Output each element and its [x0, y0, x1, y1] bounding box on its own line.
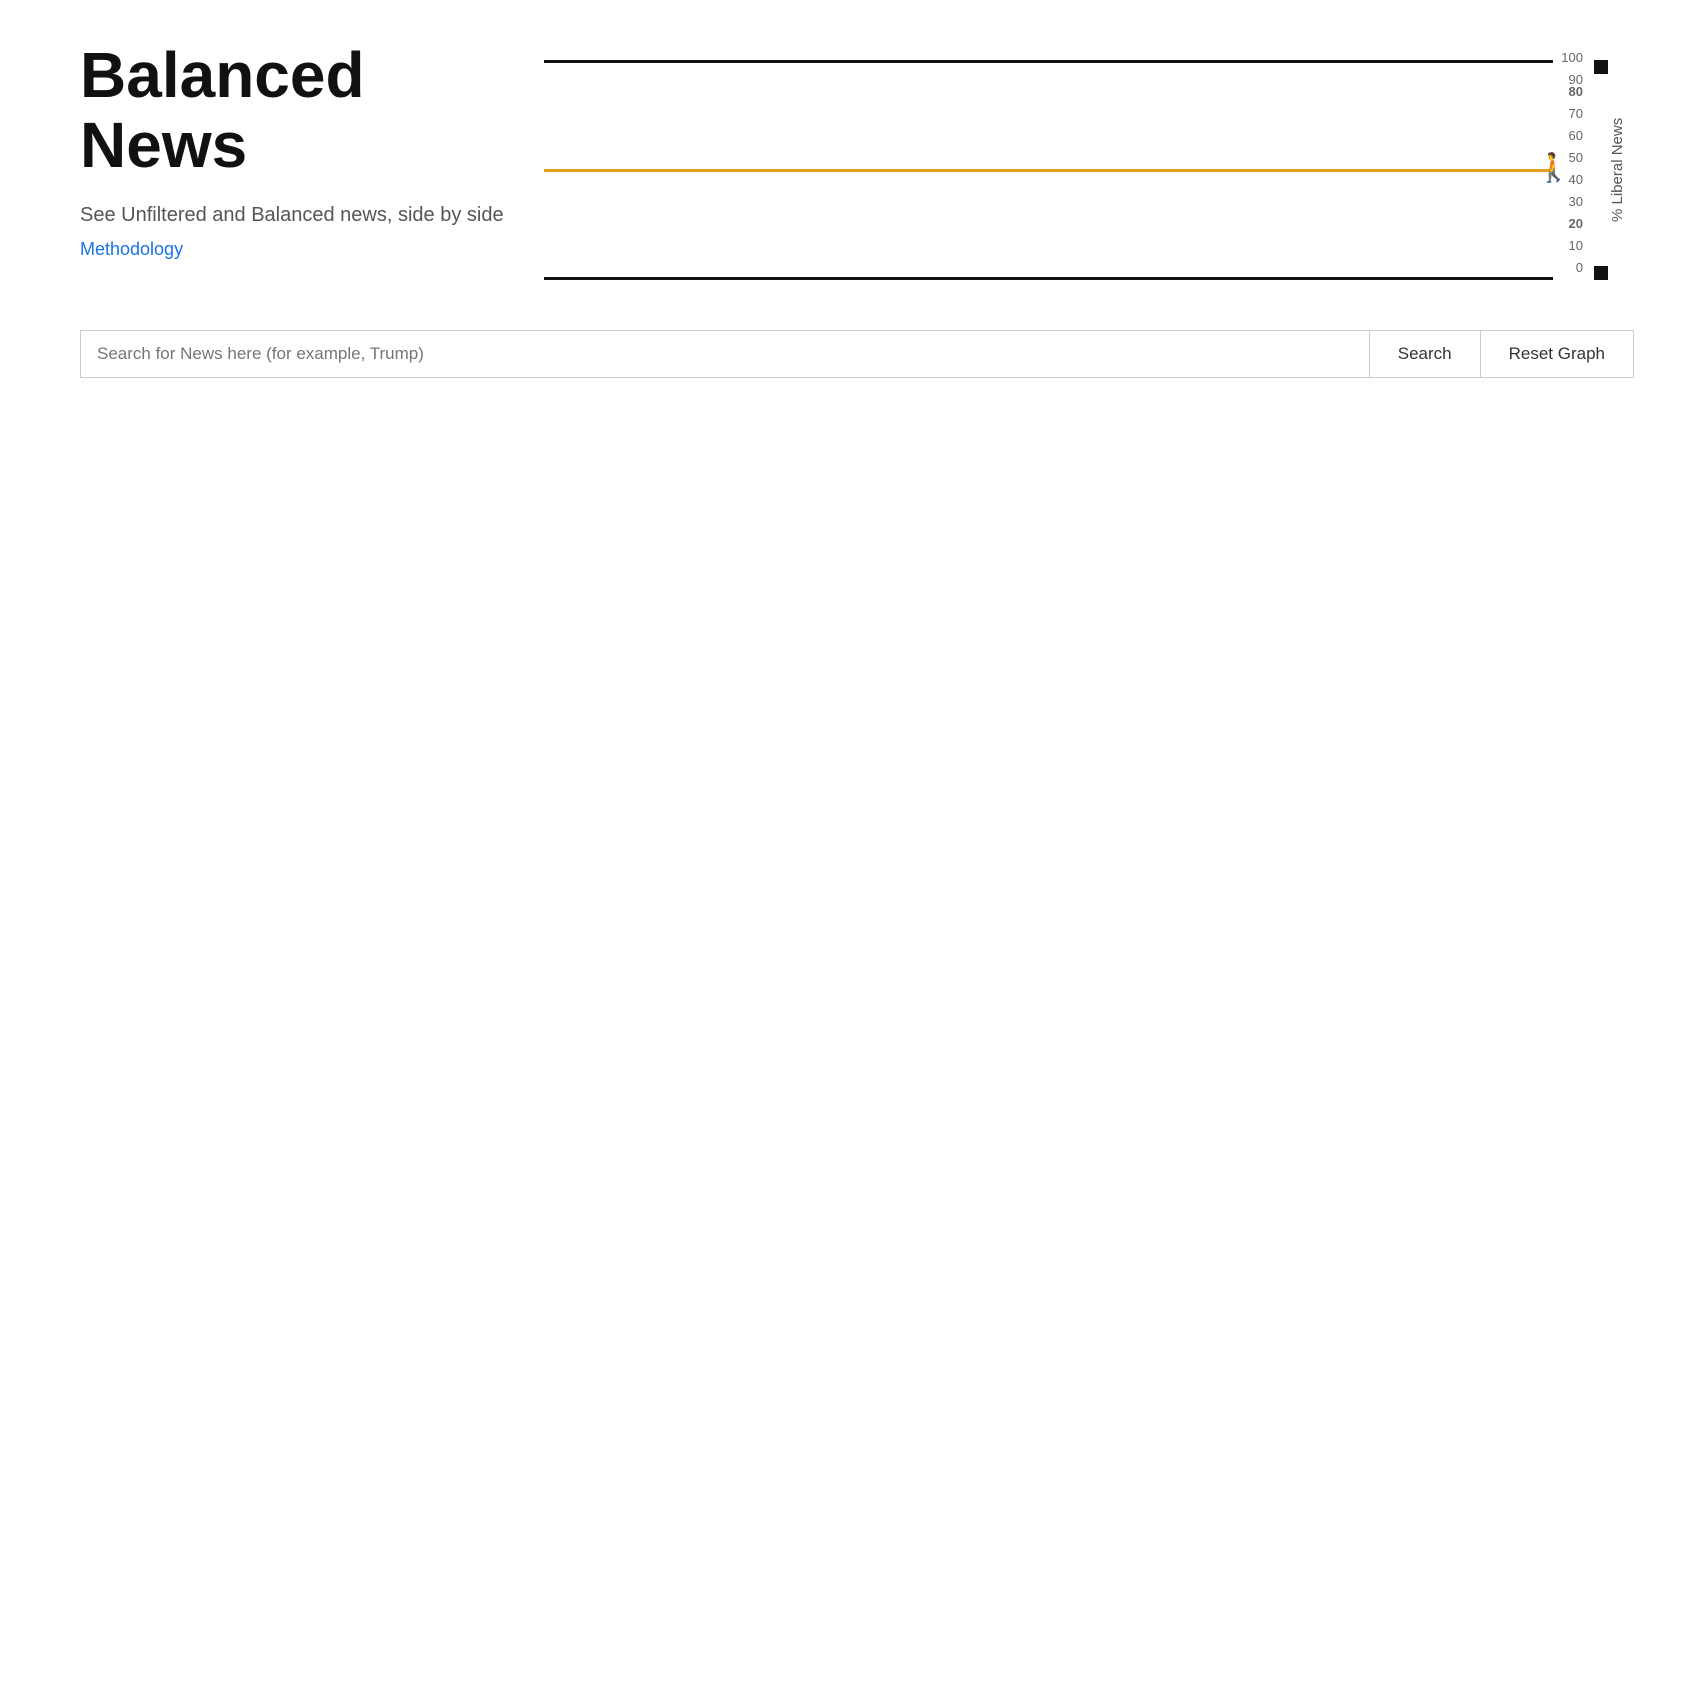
y-label-20: 20 [1569, 216, 1583, 231]
search-bar-section: Search Reset Graph [80, 330, 1634, 378]
title-line2: News [80, 109, 247, 181]
app-title: Balanced News [80, 40, 504, 181]
chart-line-bottom [544, 277, 1553, 280]
y-label-60: 60 [1569, 128, 1583, 143]
y-label-70: 70 [1569, 106, 1583, 121]
y-label-50: 50 [1569, 150, 1583, 165]
chart-container: 🚶 100 90 80 70 [544, 40, 1634, 300]
chart-lines-area: 🚶 [544, 40, 1553, 300]
y-label-80: 80 [1569, 84, 1583, 99]
y-axis-title: % Liberal News [1601, 60, 1634, 280]
methodology-link[interactable]: Methodology [80, 239, 183, 259]
y-label-40: 40 [1569, 172, 1583, 187]
subtitle-text: See Unfiltered and Balanced news, side b… [80, 201, 504, 229]
reset-graph-button[interactable]: Reset Graph [1481, 330, 1634, 378]
chart-line-orange: 🚶 [544, 169, 1553, 172]
y-label-100: 100 [1561, 50, 1583, 65]
y-label-0: 0 [1576, 260, 1583, 275]
y-label-30: 30 [1569, 194, 1583, 209]
search-input[interactable] [80, 330, 1369, 378]
y-label-10: 10 [1569, 238, 1583, 253]
search-button[interactable]: Search [1369, 330, 1481, 378]
title-line1: Balanced [80, 39, 365, 111]
title-area: Balanced News See Unfiltered and Balance… [80, 40, 504, 260]
chart-line-top [544, 60, 1553, 63]
